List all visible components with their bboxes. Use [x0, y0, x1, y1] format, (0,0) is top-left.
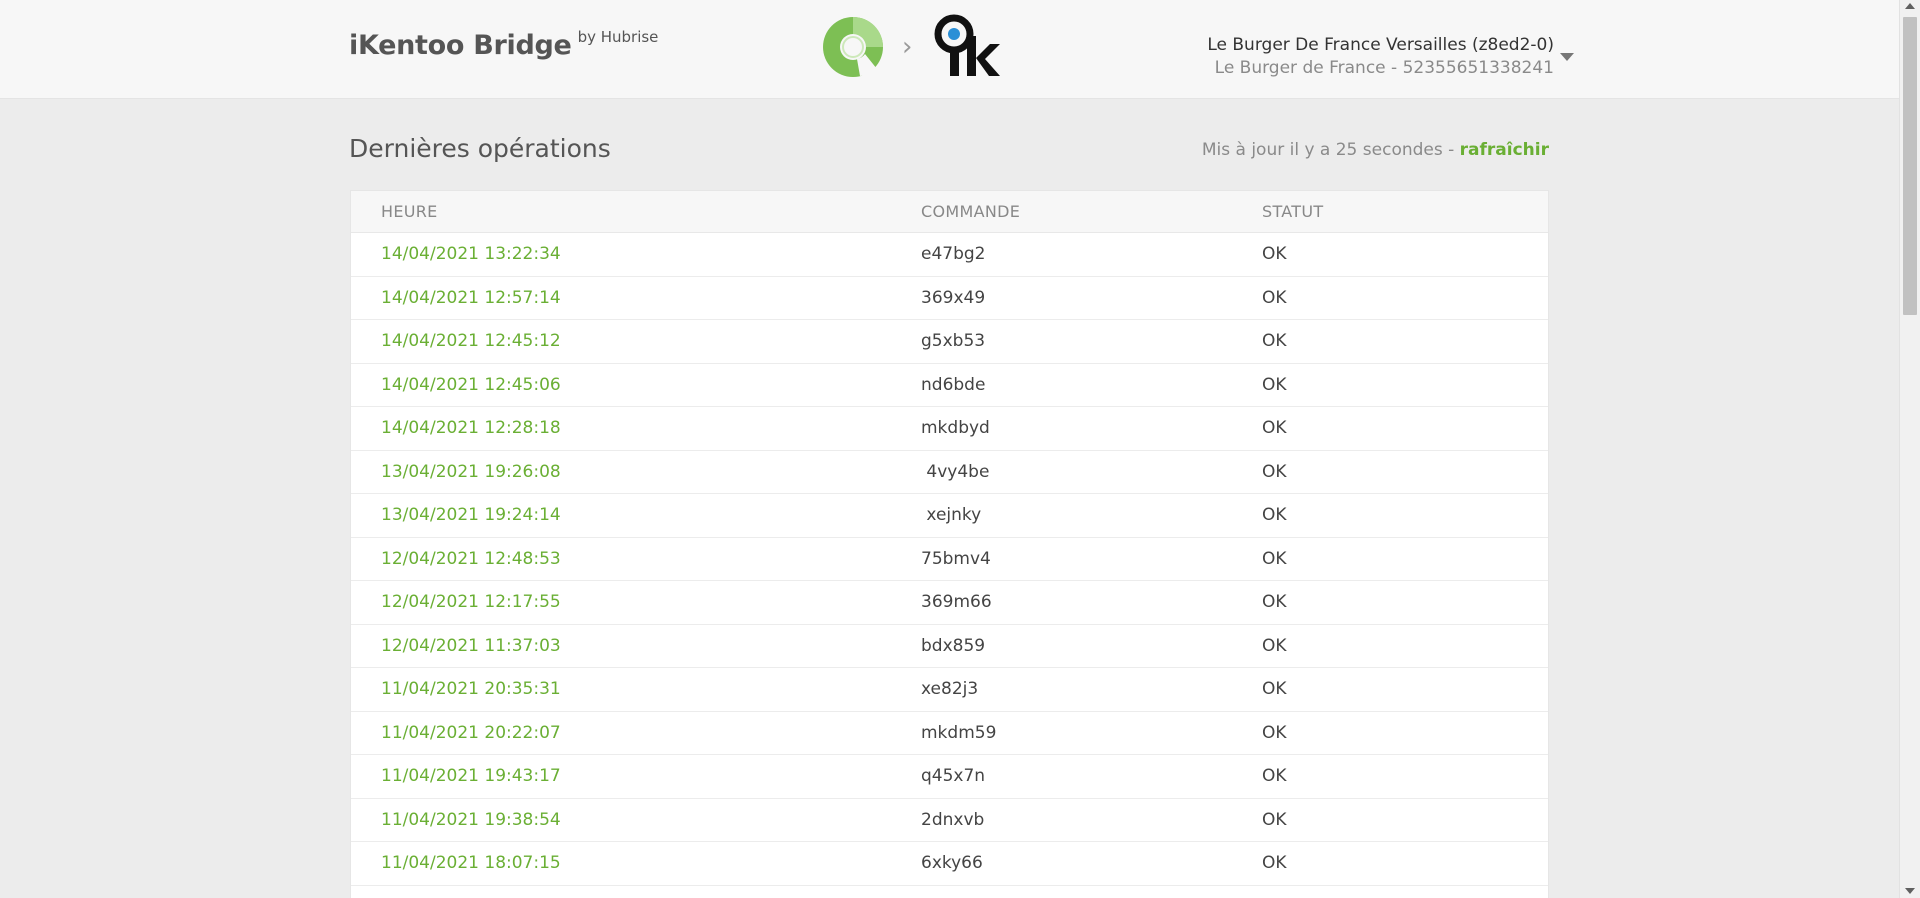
ikentoo-logo-icon — [934, 14, 1000, 76]
table-body: 14/04/2021 13:22:34 e47bg2 OK 14/04/2021 12… — [351, 233, 1548, 898]
column-header-order: COMMANDE — [921, 202, 1021, 221]
row-time-link[interactable]: 12/04/2021 12:17:55 — [381, 592, 561, 612]
row-time-link[interactable]: 14/04/2021 12:45:12 — [381, 331, 561, 351]
row-time-link[interactable]: 11/04/2021 20:35:31 — [381, 679, 561, 699]
table-row: 11/04/2021 20:35:31 xe82j3 OK — [351, 668, 1548, 712]
row-order-id: xejnky — [921, 505, 982, 525]
location-name: Le Burger De France Versailles (z8ed2-0) — [1207, 35, 1554, 55]
row-order-id: 2dnxvb — [921, 809, 985, 830]
row-time-link[interactable]: 13/04/2021 19:26:08 — [381, 462, 561, 482]
table-row: 14/04/2021 12:45:12 g5xb53 OK — [351, 320, 1548, 364]
table-row: 14/04/2021 12:45:06 nd6bde OK — [351, 364, 1548, 407]
table-row: 14/04/2021 12:57:14 369x49 OK — [351, 277, 1548, 320]
table-row — [351, 886, 1548, 898]
app-title: iKentoo Bridge — [349, 30, 572, 61]
location-selector[interactable]: Le Burger De France Versailles (z8ed2-0)… — [1207, 33, 1554, 79]
location-account: Le Burger de France - 52355651338241 — [1214, 58, 1554, 78]
row-order-id: bdx859 — [921, 635, 986, 656]
scroll-down-arrow-icon[interactable] — [1905, 888, 1915, 894]
vertical-scrollbar[interactable] — [1899, 0, 1920, 898]
operations-table: HEURE COMMANDE STATUT 14/04/2021 13:22:3… — [350, 190, 1549, 898]
row-order-id: mkdm59 — [921, 722, 997, 743]
table-row: 11/04/2021 19:43:17 q45x7n OK — [351, 755, 1548, 799]
row-status: OK — [1262, 548, 1287, 569]
row-status: OK — [1262, 635, 1287, 656]
page: iKentoo Bridge by Hubrise › Le Burger De … — [0, 0, 1899, 898]
row-order-id: xe82j3 — [921, 679, 979, 699]
table-row: 12/04/2021 11:37:03 bdx859 OK — [351, 625, 1548, 668]
row-time-link[interactable]: 11/04/2021 19:38:54 — [381, 810, 561, 830]
row-time-link[interactable]: 14/04/2021 12:28:18 — [381, 418, 561, 438]
row-order-id: nd6bde — [921, 374, 986, 395]
row-status: OK — [1262, 809, 1287, 830]
logos: › — [820, 14, 1000, 80]
table-row: 12/04/2021 12:48:53 75bmv4 OK — [351, 538, 1548, 581]
row-order-id: 6xky66 — [921, 853, 983, 873]
table-row: 13/04/2021 19:24:14 xejnky OK — [351, 494, 1548, 538]
row-status: OK — [1262, 592, 1287, 612]
column-header-status: STATUT — [1262, 202, 1324, 221]
column-header-time: HEURE — [381, 202, 438, 221]
row-status: OK — [1262, 418, 1287, 438]
row-time-link[interactable]: 12/04/2021 12:48:53 — [381, 549, 561, 569]
row-status: OK — [1262, 331, 1287, 351]
row-order-id: 4vy4be — [921, 461, 990, 482]
caret-down-icon[interactable] — [1560, 53, 1574, 61]
row-order-id: mkdbyd — [921, 418, 990, 438]
row-time-link[interactable]: 14/04/2021 12:45:06 — [381, 375, 561, 395]
row-status: OK — [1262, 766, 1287, 786]
row-status: OK — [1262, 461, 1287, 482]
row-order-id: 369m66 — [921, 592, 992, 612]
row-time-link[interactable]: 14/04/2021 13:22:34 — [381, 244, 561, 264]
table-row: 12/04/2021 12:17:55 369m66 OK — [351, 581, 1548, 625]
hubrise-logo-icon — [823, 17, 883, 77]
table-row: 11/04/2021 20:22:07 mkdm59 OK — [351, 712, 1548, 755]
top-header: iKentoo Bridge by Hubrise › Le Burger De … — [0, 0, 1899, 99]
row-order-id: q45x7n — [921, 766, 986, 786]
scroll-up-arrow-icon[interactable] — [1905, 3, 1915, 9]
row-time-link[interactable]: 11/04/2021 19:43:17 — [381, 766, 561, 786]
table-row: 14/04/2021 13:22:34 e47bg2 OK — [351, 233, 1548, 277]
row-order-id: 369x49 — [921, 287, 986, 308]
table-row: 11/04/2021 18:07:15 6xky66 OK — [351, 842, 1548, 886]
update-status: Mis à jour il y a 25 secondes - rafraîch… — [1202, 140, 1549, 160]
section-title: Dernières opérations — [349, 134, 611, 163]
table-header: HEURE COMMANDE STATUT — [351, 191, 1548, 233]
table-row: 13/04/2021 19:26:08 4vy4be OK — [351, 451, 1548, 494]
row-status: OK — [1262, 287, 1287, 308]
chevron-right-icon: › — [902, 32, 913, 62]
row-status: OK — [1262, 505, 1287, 525]
row-status: OK — [1262, 244, 1287, 264]
row-status: OK — [1262, 374, 1287, 395]
row-time-link[interactable]: 11/04/2021 18:07:15 — [381, 853, 561, 873]
row-time-link[interactable]: 14/04/2021 12:57:14 — [381, 288, 561, 308]
row-status: OK — [1262, 722, 1287, 743]
brand: iKentoo Bridge by Hubrise — [349, 28, 659, 61]
row-status: OK — [1262, 853, 1287, 873]
scroll-thumb[interactable] — [1903, 17, 1917, 315]
row-order-id: g5xb53 — [921, 331, 986, 351]
app-by-line: by Hubrise — [577, 28, 659, 46]
table-row: 14/04/2021 12:28:18 mkdbyd OK — [351, 407, 1548, 451]
row-order-id: e47bg2 — [921, 244, 986, 264]
row-time-link[interactable]: 13/04/2021 19:24:14 — [381, 505, 561, 525]
refresh-link[interactable]: rafraîchir — [1460, 140, 1549, 160]
row-time-link[interactable]: 11/04/2021 20:22:07 — [381, 723, 561, 743]
row-status: OK — [1262, 679, 1287, 699]
row-time-link[interactable]: 12/04/2021 11:37:03 — [381, 636, 561, 656]
table-row: 11/04/2021 19:38:54 2dnxvb OK — [351, 799, 1548, 842]
update-text: Mis à jour il y a 25 secondes - — [1201, 140, 1460, 160]
row-order-id: 75bmv4 — [921, 548, 991, 569]
